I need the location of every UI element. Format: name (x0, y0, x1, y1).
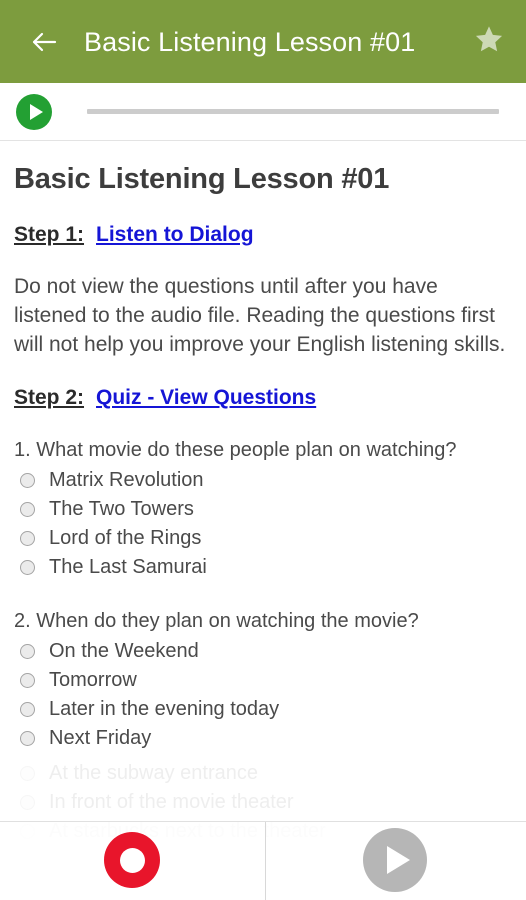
radio-icon[interactable] (20, 644, 35, 659)
back-button[interactable] (22, 20, 66, 64)
radio-icon[interactable] (20, 502, 35, 517)
radio-icon[interactable] (20, 560, 35, 575)
page-title: Basic Listening Lesson #01 (84, 26, 416, 57)
radio-icon[interactable] (20, 702, 35, 717)
quiz-option[interactable]: On the Weekend (14, 637, 512, 666)
view-questions-link[interactable]: Quiz - View Questions (96, 386, 316, 409)
quiz-option[interactable]: Tomorrow (14, 666, 512, 695)
question-text: 2. When do they plan on watching the mov… (14, 610, 419, 632)
step-1-label: Step 1: (14, 223, 85, 246)
lesson-content: Basic Listening Lesson #01 Step 1: Listen… (0, 142, 526, 846)
radio-icon[interactable] (20, 673, 35, 688)
quiz-option[interactable]: Later in the evening today (14, 695, 512, 724)
record-button[interactable] (104, 832, 160, 888)
quiz-option[interactable]: Matrix Revolution (14, 466, 512, 495)
question-block: 2. When do they plan on watching the mov… (14, 608, 512, 753)
quiz-option[interactable]: The Two Towers (14, 495, 512, 524)
record-icon (119, 847, 145, 873)
radio-icon[interactable] (20, 473, 35, 488)
question-block: 1. What movie do these people plan on wa… (14, 437, 512, 582)
radio-icon[interactable] (20, 731, 35, 746)
quiz-option-label: Matrix Revolution (49, 469, 204, 491)
quiz-option-label: Next Friday (49, 727, 152, 749)
quiz-option[interactable]: At the subway entrance (14, 759, 512, 788)
quiz-option-label: Lord of the Rings (49, 527, 202, 549)
step-2-label: Step 2: (14, 386, 85, 409)
app-bar: Basic Listening Lesson #01 (0, 0, 526, 83)
quiz-option[interactable]: The Last Samurai (14, 553, 512, 582)
quiz-option[interactable]: Next Friday (14, 724, 512, 753)
play-icon (29, 104, 43, 120)
recorder-vertical-divider (265, 822, 266, 900)
quiz-option-label: On the Weekend (49, 640, 199, 662)
quiz-option-label: Tomorrow (49, 669, 137, 691)
quiz-option-label: At the subway entrance (49, 762, 259, 784)
quiz-option-label: Later in the evening today (49, 698, 280, 720)
quiz-option[interactable]: In front of the movie theater (14, 788, 512, 817)
radio-icon[interactable] (20, 795, 35, 810)
arrow-left-icon (29, 27, 59, 57)
quiz-option-label: In front of the movie theater (49, 791, 294, 813)
favorite-button[interactable] (466, 19, 512, 65)
recording-play-button[interactable] (363, 828, 427, 892)
lesson-title: Basic Listening Lesson #01 (14, 163, 390, 195)
step-1-line: Step 1: Listen to Dialog (14, 222, 512, 248)
play-icon (387, 846, 410, 874)
quiz-option[interactable]: Lord of the Rings (14, 524, 512, 553)
radio-icon[interactable] (20, 766, 35, 781)
audio-play-button[interactable] (16, 94, 52, 130)
quiz-option-label: The Two Towers (49, 498, 194, 520)
audio-player-bar (0, 83, 526, 141)
quiz-option-label: The Last Samurai (49, 556, 207, 578)
question-text: 1. What movie do these people plan on wa… (14, 439, 457, 461)
star-icon (473, 23, 505, 60)
step-2-line: Step 2: Quiz - View Questions (14, 385, 512, 411)
audio-progress-scrubber[interactable] (87, 109, 499, 114)
lesson-instructions: Do not view the questions until after yo… (14, 275, 506, 356)
listen-to-dialog-link[interactable]: Listen to Dialog (96, 223, 254, 246)
radio-icon[interactable] (20, 531, 35, 546)
recorder-bar (0, 822, 526, 900)
